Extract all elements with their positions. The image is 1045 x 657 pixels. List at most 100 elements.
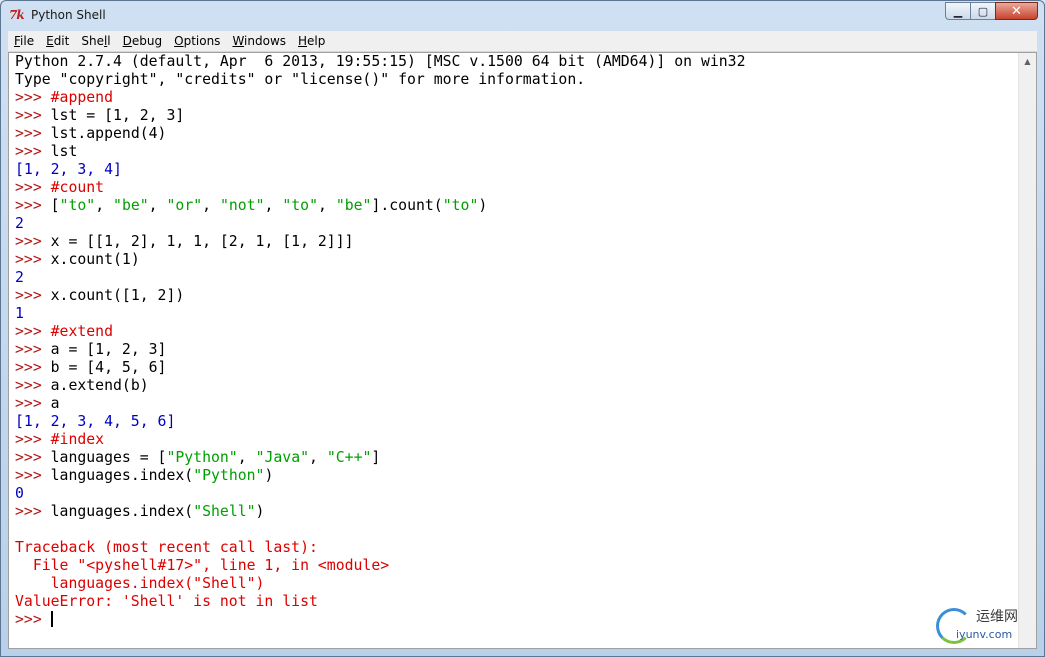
shell-line: >>> languages.index("Python") bbox=[15, 467, 1018, 485]
prompt-marker: >>> bbox=[15, 449, 51, 466]
menu-windows-label: indows bbox=[244, 34, 287, 48]
code-text: b = [4, 5, 6] bbox=[50, 359, 167, 376]
close-button[interactable]: ✕ bbox=[995, 2, 1038, 20]
prompt-marker: >>> bbox=[15, 179, 51, 196]
menu-debug[interactable]: Debug bbox=[117, 31, 168, 51]
shell-line: 2 bbox=[15, 215, 1018, 233]
code-text: languages = [ bbox=[50, 449, 167, 466]
scroll-up-arrow-icon[interactable]: ▲ bbox=[1019, 53, 1036, 70]
string-literal: "or" bbox=[166, 197, 203, 214]
shell-line: Type "copyright", "credits" or "license(… bbox=[15, 71, 1018, 89]
menu-options-label: ptions bbox=[183, 34, 221, 48]
menu-options[interactable]: Options bbox=[168, 31, 226, 51]
prompt-marker: >>> bbox=[15, 143, 51, 160]
menu-debug-mnemonic: D bbox=[122, 34, 132, 48]
error-text: ValueError: 'Shell' is not in list bbox=[15, 593, 318, 610]
menu-windows[interactable]: Windows bbox=[226, 31, 292, 51]
menu-shell-label-start: She bbox=[81, 34, 104, 48]
title-bar[interactable]: 7k Python Shell ▁ ▢ ✕ bbox=[1, 1, 1044, 31]
code-text: Python 2.7.4 (default, Apr 6 2013, 19:55… bbox=[15, 53, 746, 70]
output-text: 1 bbox=[15, 305, 24, 322]
prompt-marker: >>> bbox=[15, 197, 51, 214]
prompt-marker: >>> bbox=[15, 611, 51, 628]
menu-windows-mnemonic: W bbox=[232, 34, 245, 48]
string-literal: "be" bbox=[335, 197, 372, 214]
code-text: a.extend(b) bbox=[50, 377, 149, 394]
code-text: , bbox=[95, 197, 114, 214]
output-text: 0 bbox=[15, 485, 24, 502]
shell-line: File "<pyshell#17>", line 1, in <module> bbox=[15, 557, 1018, 575]
shell-line: >>> lst.append(4) bbox=[15, 125, 1018, 143]
menu-edit[interactable]: Edit bbox=[40, 31, 75, 51]
code-text: x.count(1) bbox=[50, 251, 140, 268]
shell-line: >>> x.count([1, 2]) bbox=[15, 287, 1018, 305]
prompt-marker: >>> bbox=[15, 431, 51, 448]
shell-line: >>> lst = [1, 2, 3] bbox=[15, 107, 1018, 125]
shell-line: Traceback (most recent call last): bbox=[15, 539, 1018, 557]
prompt-marker: >>> bbox=[15, 503, 51, 520]
maximize-button[interactable]: ▢ bbox=[970, 2, 996, 20]
vertical-scrollbar[interactable]: ▲ bbox=[1018, 53, 1036, 648]
code-text: x.count([1, 2]) bbox=[50, 287, 185, 304]
output-text: [1, 2, 3, 4] bbox=[15, 161, 122, 178]
text-cursor bbox=[50, 611, 53, 627]
menu-debug-label: ebug bbox=[131, 34, 163, 48]
string-literal: "to" bbox=[442, 197, 479, 214]
shell-line: >>> languages = ["Python", "Java", "C++"… bbox=[15, 449, 1018, 467]
window-title: Python Shell bbox=[31, 8, 106, 22]
code-comment: #index bbox=[50, 431, 105, 448]
shell-line: languages.index("Shell") bbox=[15, 575, 1018, 593]
string-literal: "Shell" bbox=[193, 503, 256, 520]
prompt-marker: >>> bbox=[15, 341, 51, 358]
shell-line: >>> languages.index("Shell") bbox=[15, 503, 1018, 521]
shell-text-area[interactable]: Python 2.7.4 (default, Apr 6 2013, 19:55… bbox=[15, 53, 1018, 648]
code-text: , bbox=[237, 449, 256, 466]
error-text: languages.index("Shell") bbox=[15, 575, 265, 592]
prompt-marker: >>> bbox=[15, 377, 51, 394]
shell-line: ValueError: 'Shell' is not in list bbox=[15, 593, 1018, 611]
prompt-marker: >>> bbox=[15, 125, 51, 142]
shell-input-line[interactable]: >>> bbox=[15, 611, 1018, 629]
shell-line: >>> a = [1, 2, 3] bbox=[15, 341, 1018, 359]
menu-help-mnemonic: H bbox=[298, 34, 308, 48]
close-icon: ✕ bbox=[1011, 3, 1022, 19]
code-text: a = [1, 2, 3] bbox=[50, 341, 167, 358]
menu-options-mnemonic: O bbox=[174, 34, 184, 48]
shell-line: 2 bbox=[15, 269, 1018, 287]
string-literal: "Python" bbox=[166, 449, 238, 466]
shell-line: >>> lst bbox=[15, 143, 1018, 161]
menu-file-label: ile bbox=[20, 34, 35, 48]
menu-edit-mnemonic: E bbox=[46, 34, 54, 48]
code-text: , bbox=[264, 197, 283, 214]
error-text: Traceback (most recent call last): bbox=[15, 539, 318, 556]
window-controls: ▁ ▢ ✕ bbox=[945, 2, 1038, 20]
string-literal: "Java" bbox=[255, 449, 310, 466]
shell-line: >>> #count bbox=[15, 179, 1018, 197]
code-text: ) bbox=[255, 503, 265, 520]
prompt-marker: >>> bbox=[15, 89, 51, 106]
menu-help-label: elp bbox=[307, 34, 326, 48]
watermark-logo: 运维网 iyunv.com bbox=[936, 606, 1036, 650]
string-literal: "be" bbox=[113, 197, 149, 214]
code-text: lst bbox=[50, 143, 78, 160]
prompt-marker: >>> bbox=[15, 107, 51, 124]
code-text: x = [[1, 2], 1, 1, [2, 1, [1, 2]]] bbox=[50, 233, 354, 250]
menu-shell[interactable]: Shell bbox=[75, 31, 116, 51]
minimize-button[interactable]: ▁ bbox=[945, 2, 971, 20]
prompt-marker: >>> bbox=[15, 233, 51, 250]
watermark-title: 运维网 bbox=[976, 609, 1018, 625]
menu-help[interactable]: Help bbox=[292, 31, 331, 51]
shell-line: >>> #append bbox=[15, 89, 1018, 107]
code-text: ) bbox=[478, 197, 488, 214]
watermark-subtitle: iyunv.com bbox=[956, 628, 1013, 641]
code-comment: #append bbox=[50, 89, 113, 106]
menu-file[interactable]: File bbox=[8, 31, 40, 51]
code-text: a bbox=[50, 395, 60, 412]
code-text: Type "copyright", "credits" or "license(… bbox=[15, 71, 586, 88]
prompt-marker: >>> bbox=[15, 323, 51, 340]
code-text: [ bbox=[50, 197, 60, 214]
string-literal: "to" bbox=[282, 197, 318, 214]
prompt-marker: >>> bbox=[15, 251, 51, 268]
code-comment: #extend bbox=[50, 323, 113, 340]
